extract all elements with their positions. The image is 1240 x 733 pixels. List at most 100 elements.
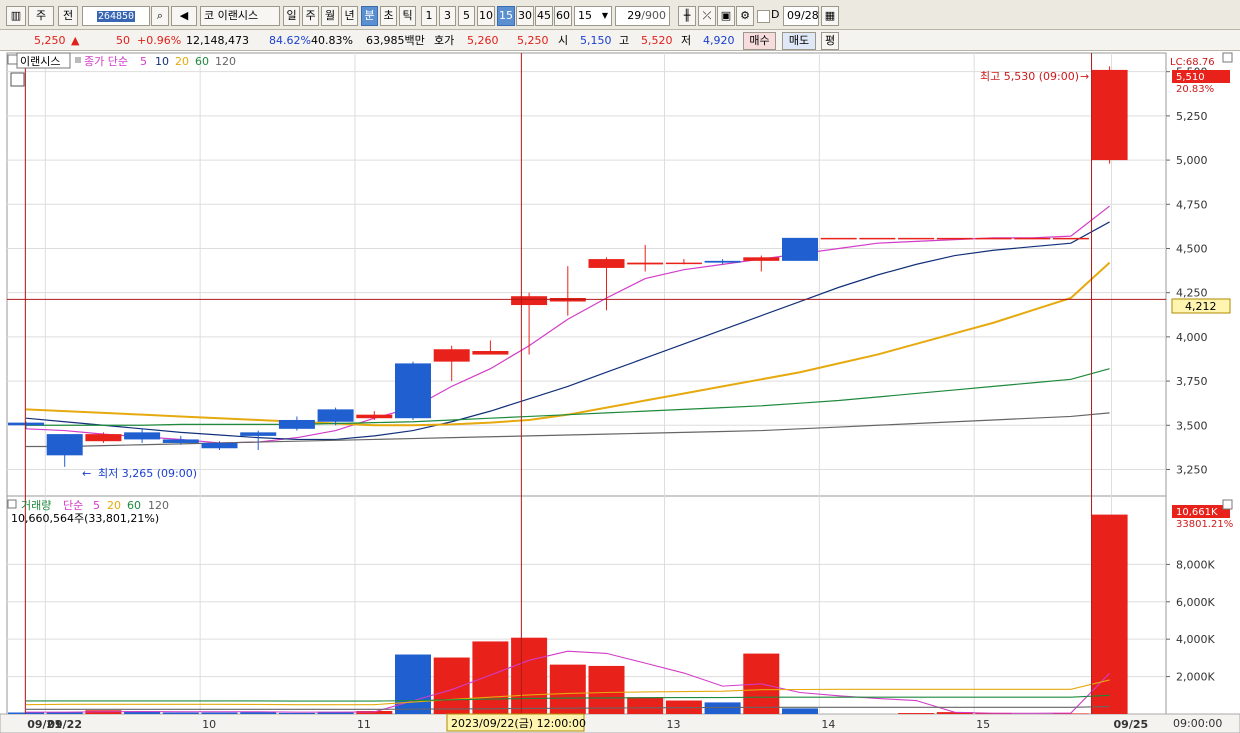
date-field[interactable]: 09/28 xyxy=(783,6,819,26)
interval-45[interactable]: 45 xyxy=(535,6,553,26)
candle-body xyxy=(1014,237,1051,240)
price-tick-label: 4,250 xyxy=(1176,287,1208,300)
legend-ma120: 120 xyxy=(215,55,236,68)
low-arrow-icon: ← xyxy=(82,467,91,480)
high-annotation: 최고 5,530 (09:00) xyxy=(980,70,1079,83)
period-week[interactable]: 주 xyxy=(302,6,319,26)
candle-body xyxy=(627,262,664,265)
interval-5[interactable]: 5 xyxy=(458,6,475,26)
price-tag: 5,510 xyxy=(1176,72,1205,83)
low-annotation: 최저 3,265 (09:00) xyxy=(98,467,197,480)
quote-bar: 5,250 ▲ 50 +0.96% 12,148,473 84.62% 40.8… xyxy=(0,30,1240,51)
volume-tick-label: 6,000K xyxy=(1176,596,1215,609)
legend-volume-toggle-icon[interactable] xyxy=(7,499,17,509)
period-day[interactable]: 일 xyxy=(283,6,300,26)
candle-body xyxy=(317,409,354,422)
price-change: 50 xyxy=(116,34,130,47)
interval-1[interactable]: 1 xyxy=(421,6,437,26)
legend-toggle-icon[interactable] xyxy=(7,54,18,65)
legend-volume-name: 거래량 xyxy=(21,499,51,512)
volume-tick-label: 4,000K xyxy=(1176,633,1215,646)
candle-body xyxy=(859,237,896,240)
volume-bar xyxy=(511,637,548,714)
candle-body xyxy=(1091,69,1128,161)
chart-background xyxy=(0,52,1240,733)
volume-bar xyxy=(162,712,199,714)
ask-price: 5,260 xyxy=(467,34,499,47)
lc-label: LC:68.76 xyxy=(1170,57,1215,68)
sell-button[interactable]: 매도 xyxy=(782,32,816,50)
interval-3[interactable]: 3 xyxy=(439,6,456,26)
candle-body xyxy=(936,237,973,240)
candle-body xyxy=(85,434,122,442)
count-value: 29 xyxy=(627,9,642,22)
interval-60[interactable]: 60 xyxy=(554,6,572,26)
search-icon[interactable]: ⌕ xyxy=(151,6,169,26)
right-corner-icon[interactable] xyxy=(1222,52,1233,63)
trade-amount: 63,985백만 xyxy=(366,34,425,47)
crosshair-time: 2023/09/22(금) 12:00:00 xyxy=(451,717,586,730)
price-tick-label: 5,250 xyxy=(1176,110,1208,123)
legend-price-name: 이랜시스 xyxy=(20,55,60,68)
period-tick[interactable]: 틱 xyxy=(399,6,416,26)
chevron-down-icon: ▼ xyxy=(601,11,608,20)
candle-type-icon[interactable]: ╫ xyxy=(678,6,696,26)
period-second[interactable]: 초 xyxy=(380,6,397,26)
legend-volume-ma-title: 단순 xyxy=(63,499,83,512)
code-input[interactable]: 264850 xyxy=(82,6,150,26)
stock-chart[interactable]: 3,250 3,500 3,750 4,000 4,250 4,500 4,750 5,000… xyxy=(0,52,1240,733)
legend-vma5: 5 xyxy=(93,499,100,512)
volume-corner-icon[interactable] xyxy=(1222,499,1233,510)
prev-button[interactable]: 전 xyxy=(58,6,78,26)
volume-bar xyxy=(201,712,238,714)
avg-button[interactable]: 평 xyxy=(821,32,839,50)
interval-10[interactable]: 10 xyxy=(477,6,495,26)
candle-body xyxy=(201,442,238,449)
period-year[interactable]: 년 xyxy=(341,6,358,26)
period-month[interactable]: 월 xyxy=(321,6,339,26)
crosshair-value: 4,212 xyxy=(1185,300,1217,313)
candle-body xyxy=(743,257,780,261)
ratio-2: 40.83% xyxy=(311,34,353,47)
interval-30[interactable]: 30 xyxy=(516,6,534,26)
calendar-icon[interactable]: ▦ xyxy=(821,6,839,26)
interval-15[interactable]: 15 xyxy=(497,6,515,26)
volume-bar xyxy=(1091,514,1128,714)
legend-ma5: 5 xyxy=(140,55,147,68)
open-label: 시 xyxy=(558,34,569,47)
candle-body xyxy=(8,422,44,426)
line-tool-icon[interactable]: ⤫ xyxy=(698,6,716,26)
candle-body xyxy=(588,259,625,268)
chart-toolbar: ▥ 주 전 264850 ⌕ ◀ 코 이랜시스 일 주 월 년 분 초 틱 1 … xyxy=(0,0,1240,30)
save-icon[interactable]: ▣ xyxy=(717,6,735,26)
legend-ma-icon xyxy=(75,57,81,63)
buy-button[interactable]: 매수 xyxy=(743,32,776,50)
volume-bar xyxy=(588,665,625,714)
period-minute[interactable]: 분 xyxy=(361,6,378,26)
d-checkbox[interactable] xyxy=(757,10,770,23)
time-axis-corner: 09:00:00 xyxy=(1173,717,1222,730)
chart-calculator-icon[interactable] xyxy=(10,72,25,87)
volume-bar xyxy=(549,664,586,714)
candle-body xyxy=(46,434,83,456)
volume-bar xyxy=(704,702,741,714)
market-select[interactable]: 주 xyxy=(28,6,54,26)
gear-icon[interactable]: ⚙ xyxy=(736,6,754,26)
legend-vma20: 20 xyxy=(107,499,121,512)
candle-body xyxy=(356,414,393,419)
current-price: 5,250 xyxy=(34,34,66,47)
interval-select[interactable]: 15 ▼ xyxy=(574,6,612,26)
open-price: 5,150 xyxy=(580,34,612,47)
sound-icon[interactable]: ◀ xyxy=(171,6,197,26)
price-change-pct: +0.96% xyxy=(137,34,182,47)
company-field[interactable]: 코 이랜시스 xyxy=(200,6,280,26)
time-tick-label: 11 xyxy=(357,718,371,731)
up-arrow-icon: ▲ xyxy=(71,34,80,47)
volume-bar xyxy=(8,712,44,714)
volume-bar xyxy=(278,712,315,714)
time-tick-label: 15 xyxy=(976,718,990,731)
volume-bar xyxy=(898,713,935,714)
candle-body xyxy=(511,296,548,306)
count-field[interactable]: 29/900 xyxy=(615,6,670,26)
panel-icon[interactable]: ▥ xyxy=(6,6,26,26)
